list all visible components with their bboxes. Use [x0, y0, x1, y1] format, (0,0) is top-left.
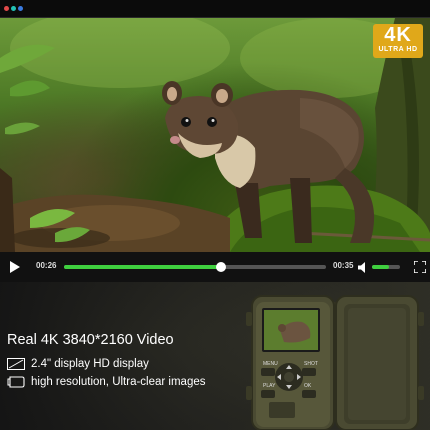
window-titlebar — [0, 0, 430, 18]
badge-4k-text: 4K — [384, 24, 412, 46]
4k-ultra-hd-badge: 4K ULTRA HD — [373, 24, 423, 58]
minimize-dot[interactable] — [11, 6, 16, 11]
play-icon[interactable] — [10, 261, 20, 273]
close-dot[interactable] — [4, 6, 9, 11]
fullscreen-icon[interactable] — [414, 261, 426, 273]
menu-button-label: MENU — [263, 361, 278, 367]
progress-played — [64, 265, 222, 269]
video-controls: 00:26 00:35 — [0, 252, 430, 282]
progress-bar[interactable] — [64, 262, 326, 272]
marten-video-image — [0, 18, 430, 252]
feature-resolution-text: high resolution, Ultra-clear images — [31, 376, 206, 388]
feature-display: 2.4" display HD display — [7, 358, 149, 370]
maximize-dot[interactable] — [18, 6, 23, 11]
volume-icon[interactable] — [358, 262, 370, 273]
volume-slider[interactable] — [372, 265, 400, 269]
video-frame[interactable]: 4K ULTRA HD — [0, 18, 430, 252]
progress-scrubber[interactable] — [216, 262, 227, 272]
feature-resolution: high resolution, Ultra-clear images — [7, 376, 206, 388]
badge-ultra-hd-text: ULTRA HD — [378, 46, 418, 53]
display-icon — [7, 358, 25, 370]
duration-time: 00:35 — [333, 261, 354, 270]
camera-icon — [7, 376, 25, 388]
ok-button-label: OK — [304, 383, 312, 389]
shot-button-label: SHOT — [304, 361, 318, 367]
volume-level — [372, 265, 389, 269]
product-headline: Real 4K 3840*2160 Video — [7, 332, 174, 348]
current-time: 00:26 — [36, 261, 57, 270]
trail-camera-image: MENU SHOT PLAY OK — [246, 295, 424, 430]
play-button-label: PLAY — [263, 383, 276, 389]
feature-display-text: 2.4" display HD display — [31, 358, 149, 370]
product-panel: Real 4K 3840*2160 Video 2.4" display HD … — [0, 282, 430, 430]
